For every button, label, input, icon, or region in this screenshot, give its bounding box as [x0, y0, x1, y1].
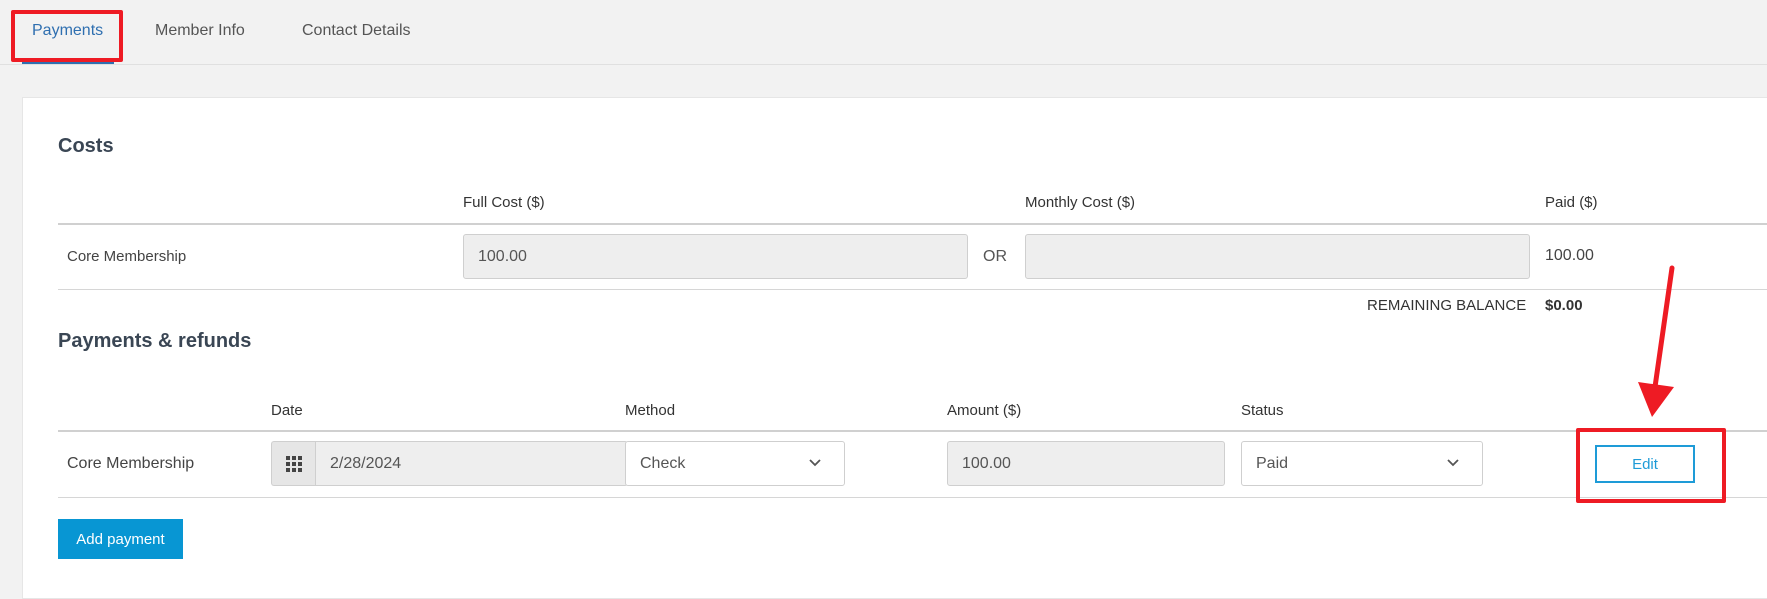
date-picker-button[interactable] — [271, 441, 316, 486]
monthly-cost-header: Monthly Cost ($) — [1025, 194, 1136, 211]
payment-amount-field[interactable]: 100.00 — [947, 441, 1225, 486]
costs-row-divider — [58, 289, 1767, 290]
remaining-balance-value: $0.00 — [1545, 297, 1583, 314]
payment-method-value: Check — [640, 454, 686, 472]
paid-value: 100.00 — [1545, 247, 1594, 264]
calendar-grid-icon — [286, 455, 302, 472]
payment-date-field[interactable]: 2/28/2024 — [315, 441, 628, 486]
method-header: Method — [625, 402, 676, 419]
annotation-highlight-edit-button — [1576, 428, 1726, 503]
payment-status-select[interactable]: Paid — [1241, 441, 1483, 486]
full-cost-field[interactable]: 100.00 — [463, 234, 968, 279]
or-label: OR — [983, 248, 1007, 265]
tab-bar: Payments Member Info Contact Details — [0, 0, 1767, 65]
payments-section-title: Payments & refunds — [58, 330, 252, 352]
remaining-balance-label: REMAINING BALANCE — [1367, 297, 1527, 314]
monthly-cost-field[interactable] — [1025, 234, 1530, 279]
costs-header-divider — [58, 223, 1767, 225]
payment-status-value: Paid — [1256, 454, 1289, 472]
paid-header: Paid ($) — [1545, 194, 1598, 211]
payments-panel: Costs Full Cost ($) Monthly Cost ($) Pai… — [22, 97, 1767, 599]
payment-method-select[interactable]: Check — [625, 441, 845, 486]
amount-header: Amount ($) — [947, 402, 1022, 419]
annotation-arrow-icon — [1638, 265, 1675, 417]
add-payment-button[interactable]: Add payment — [58, 519, 183, 559]
payment-item-name: Core Membership — [67, 455, 195, 472]
chevron-down-icon — [809, 459, 821, 467]
date-header: Date — [271, 402, 303, 419]
payments-row-divider — [58, 497, 1767, 498]
full-cost-header: Full Cost ($) — [463, 194, 545, 211]
chevron-down-icon — [1447, 459, 1459, 467]
annotation-highlight-payments-tab — [11, 10, 123, 62]
tab-contact-details[interactable]: Contact Details — [302, 22, 411, 40]
cost-item-name: Core Membership — [67, 248, 187, 265]
costs-section-title: Costs — [58, 135, 114, 157]
status-header: Status — [1241, 402, 1284, 419]
tab-member-info[interactable]: Member Info — [155, 22, 245, 40]
payments-header-divider — [58, 430, 1767, 432]
